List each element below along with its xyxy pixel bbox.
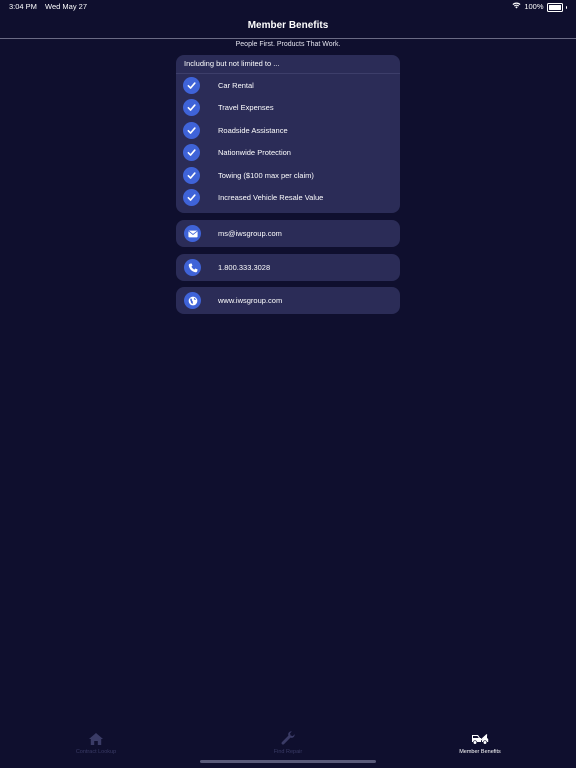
benefit-label: Increased Vehicle Resale Value [218, 193, 324, 203]
benefit-row: Nationwide Protection [176, 142, 400, 165]
check-icon [183, 121, 200, 139]
battery-percent: 100% [524, 2, 544, 11]
benefit-label: Car Rental [218, 80, 254, 90]
email-button[interactable]: ms@iwsgroup.com [176, 220, 400, 247]
status-time: 3:04 PM [9, 2, 37, 11]
page-title: Member Benefits [247, 20, 329, 31]
benefits-card: Including but not limited to ... Car Ren… [176, 55, 400, 213]
benefit-label: Towing ($100 max per claim) [218, 170, 314, 180]
email-label: ms@iwsgroup.com [218, 229, 282, 238]
benefit-row: Roadside Assistance [176, 119, 400, 142]
status-bar: 3:04 PM Wed May 27 100% [0, 0, 576, 14]
check-icon [183, 189, 200, 207]
wifi-icon [512, 0, 521, 14]
benefit-row: Travel Expenses [176, 97, 400, 120]
benefits-header: Including but not limited to ... [176, 55, 400, 74]
battery-tip [565, 5, 567, 9]
tagline: People First. Products That Work. [235, 41, 341, 48]
check-icon [183, 166, 200, 184]
envelope-icon [184, 225, 201, 242]
benefit-row: Increased Vehicle Resale Value [176, 187, 400, 210]
website-label: www.iwsgroup.com [218, 296, 283, 305]
phone-label: 1.800.333.3028 [218, 263, 271, 272]
check-icon [183, 99, 200, 117]
benefit-label: Nationwide Protection [218, 148, 291, 158]
home-icon [36, 730, 156, 747]
tab-label: Contract Lookup [75, 749, 117, 755]
tab-label: Find Repair [273, 749, 303, 755]
globe-icon [184, 292, 201, 309]
check-icon [183, 144, 200, 162]
status-left: 3:04 PM Wed May 27 [9, 0, 93, 14]
nav-bar: Member Benefits [0, 14, 576, 39]
home-indicator[interactable] [200, 760, 376, 763]
status-date: Wed May 27 [45, 2, 87, 11]
battery-icon [546, 2, 563, 12]
check-icon [183, 76, 200, 94]
status-right: 100% [512, 0, 567, 14]
tab-label: Member Benefits [459, 749, 501, 755]
tab-find-repair[interactable]: Find Repair [228, 730, 348, 755]
phone-button[interactable]: 1.800.333.3028 [176, 254, 400, 281]
screen: 3:04 PM Wed May 27 100% Member Benefits … [0, 0, 576, 768]
wrench-icon [228, 730, 348, 747]
tab-contract-lookup[interactable]: Contract Lookup [36, 730, 156, 755]
website-button[interactable]: www.iwsgroup.com [176, 287, 400, 314]
benefit-row: Towing ($100 max per claim) [176, 164, 400, 187]
benefit-row: Car Rental [176, 74, 400, 97]
benefit-label: Travel Expenses [218, 103, 274, 113]
phone-icon [184, 259, 201, 276]
benefit-label: Roadside Assistance [218, 125, 288, 135]
tab-member-benefits[interactable]: Member Benefits [420, 730, 540, 755]
tow-truck-icon [420, 730, 540, 747]
